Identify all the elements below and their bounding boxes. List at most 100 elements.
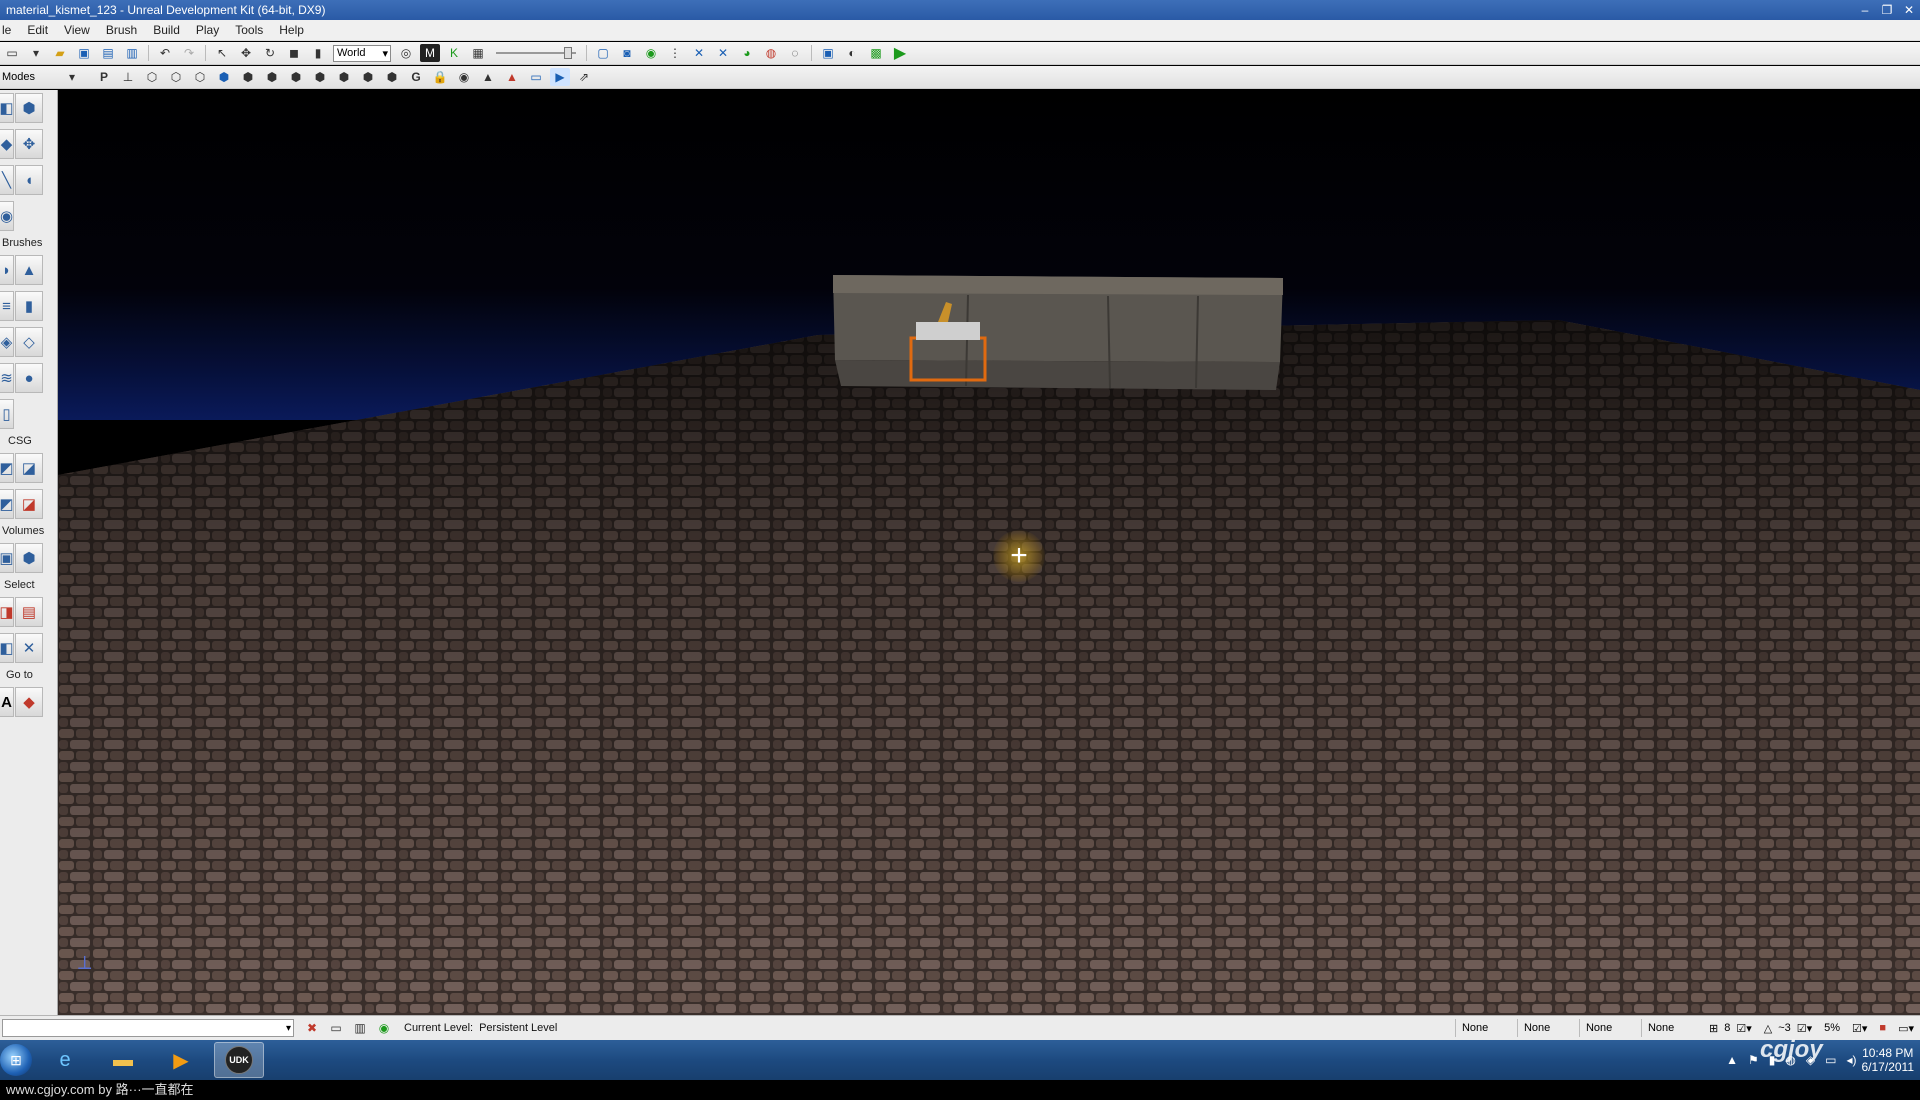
menu-view[interactable]: View: [56, 23, 98, 37]
redo-icon[interactable]: ↷: [179, 44, 199, 62]
restore-button[interactable]: ❐: [1876, 2, 1898, 18]
menu-play[interactable]: Play: [188, 23, 227, 37]
binoculars-icon[interactable]: ◎: [396, 44, 416, 62]
lighting-quality-icon[interactable]: ◌: [785, 44, 805, 62]
light-complexity-icon[interactable]: ⬢: [286, 68, 306, 86]
wireframe-icon[interactable]: ⬡: [142, 68, 162, 86]
volume-list-icon[interactable]: ⬢: [15, 543, 43, 573]
csg-intersect-icon[interactable]: ◩: [0, 489, 14, 519]
slider-thumb[interactable]: [564, 47, 572, 59]
grid-snap-value[interactable]: 8: [1724, 1022, 1730, 1034]
rotate-icon[interactable]: ↻: [260, 44, 280, 62]
lightmap-density-icon[interactable]: ⬢: [358, 68, 378, 86]
stairs-brush-icon[interactable]: ≡: [0, 291, 14, 321]
file-explorer-icon[interactable]: ▬: [98, 1042, 148, 1078]
menu-build[interactable]: Build: [145, 23, 188, 37]
internet-explorer-icon[interactable]: e: [40, 1042, 90, 1078]
lighting-channels-icon[interactable]: ⬢: [382, 68, 402, 86]
landscape-mode-icon[interactable]: ◉: [0, 201, 14, 231]
scale-nonuniform-icon[interactable]: ▮: [308, 44, 328, 62]
start-button-icon[interactable]: ⊞: [0, 1044, 32, 1076]
invert-selection-icon[interactable]: ◧: [0, 633, 14, 663]
hide-selected-icon[interactable]: ▤: [15, 597, 43, 627]
volumetric-brush-icon[interactable]: ▯: [0, 399, 14, 429]
camera-mode-icon[interactable]: ◧: [0, 93, 14, 123]
goto-actor-button[interactable]: A: [0, 687, 14, 717]
lock-icon[interactable]: 🔒: [430, 68, 450, 86]
scale-icon[interactable]: ◼: [284, 44, 304, 62]
new-map-icon[interactable]: ▭: [2, 44, 22, 62]
scale-snap-value[interactable]: 5%: [1824, 1022, 1840, 1034]
undo-icon[interactable]: ↶: [155, 44, 175, 62]
play-console-icon[interactable]: ◐: [842, 44, 862, 62]
sheet-brush-icon[interactable]: ◇: [15, 327, 43, 357]
rotation-checkbox[interactable]: ☑▾: [1797, 1022, 1812, 1035]
save-icon[interactable]: ▣: [74, 44, 94, 62]
autosave-icon[interactable]: ■: [1879, 1022, 1886, 1034]
goto-builder-brush-icon[interactable]: ◆: [15, 687, 43, 717]
translate-mode-icon[interactable]: ✥: [15, 129, 43, 159]
terrain-mode-icon[interactable]: ◆: [0, 129, 14, 159]
play-in-editor-icon[interactable]: ▣: [818, 44, 838, 62]
show-selected-icon[interactable]: ◨: [0, 597, 14, 627]
csg-deintersect-icon[interactable]: ◪: [15, 489, 43, 519]
clock[interactable]: 10:48 PM 6/17/2011: [1862, 1046, 1915, 1074]
eye-icon[interactable]: ◉: [454, 68, 474, 86]
select-icon[interactable]: ↖: [212, 44, 232, 62]
game-view-button[interactable]: G: [406, 68, 426, 86]
layout-icon[interactable]: ▭▾: [1898, 1022, 1914, 1035]
add-volume-icon[interactable]: ▣: [0, 543, 14, 573]
menu-tools[interactable]: Tools: [227, 23, 271, 37]
menu-help[interactable]: Help: [271, 23, 312, 37]
csg-add-icon[interactable]: ◩: [0, 453, 14, 483]
lit-icon[interactable]: ⬢: [214, 68, 234, 86]
volume-icon[interactable]: ◂): [1846, 1053, 1856, 1067]
media-player-icon[interactable]: ▶: [156, 1042, 206, 1078]
level-list-icon[interactable]: ▥: [350, 1019, 370, 1037]
scale-checkbox[interactable]: ☑▾: [1852, 1022, 1867, 1035]
menu-edit[interactable]: Edit: [19, 23, 56, 37]
save-all-icon[interactable]: ▤: [98, 44, 118, 62]
show-all-icon[interactable]: ✕: [15, 633, 43, 663]
current-level-icon[interactable]: ◉: [374, 1019, 394, 1037]
command-input[interactable]: ▾: [2, 1019, 294, 1037]
material-editor-icon[interactable]: M: [420, 44, 440, 62]
minimize-button[interactable]: ‒: [1854, 2, 1876, 18]
menu-brush[interactable]: Brush: [98, 23, 145, 37]
geometry-mode-icon[interactable]: ⬢: [15, 93, 43, 123]
perspective-button[interactable]: P: [94, 68, 114, 86]
build-geometry-icon[interactable]: ◉: [641, 44, 661, 62]
udk-taskbar-button[interactable]: UDK: [214, 1042, 264, 1078]
play-in-viewport-icon[interactable]: ▶: [550, 68, 570, 86]
realtime-icon[interactable]: ◙: [617, 44, 637, 62]
cube-brush-icon[interactable]: ◗: [0, 255, 14, 285]
drag-grid-slider[interactable]: [496, 46, 576, 60]
build-lighting-icon[interactable]: ⋮: [665, 44, 685, 62]
coordinate-system-dropdown[interactable]: World ▾: [333, 44, 391, 62]
build-paths-icon[interactable]: ✕: [689, 44, 709, 62]
play-on-pc-icon[interactable]: ▩: [866, 44, 886, 62]
sphere-brush-icon[interactable]: ●: [15, 363, 43, 393]
lock-viewport-icon[interactable]: ⊥: [118, 68, 138, 86]
maximize-viewport-icon[interactable]: ▭: [526, 68, 546, 86]
rotation-snap-icon[interactable]: △: [1764, 1022, 1772, 1035]
texture-density-icon[interactable]: ⬢: [310, 68, 330, 86]
spiral-stairs-icon[interactable]: ≋: [0, 363, 14, 393]
stone-counter-mesh[interactable]: [833, 275, 1283, 390]
build-cover-icon[interactable]: ✕: [713, 44, 733, 62]
kismet-icon[interactable]: K: [444, 44, 464, 62]
detail-lighting-icon[interactable]: ⬢: [238, 68, 258, 86]
level-streaming-icon[interactable]: ▲: [502, 68, 522, 86]
cylinder-brush-icon[interactable]: ▮: [15, 291, 43, 321]
perspective-viewport[interactable]: + ⟂: [58, 90, 1920, 1015]
translate-icon[interactable]: ✥: [236, 44, 256, 62]
menu-file[interactable]: le: [0, 23, 19, 37]
mesh-paint-icon[interactable]: ◖: [15, 165, 43, 195]
matinee-icon[interactable]: ⇗: [574, 68, 594, 86]
camera-icon[interactable]: ▲: [478, 68, 498, 86]
unlit-icon[interactable]: ⬡: [190, 68, 210, 86]
rotation-snap-value[interactable]: ~3: [1778, 1022, 1791, 1034]
csg-subtract-icon[interactable]: ◪: [15, 453, 43, 483]
chevron-down-icon[interactable]: ▾: [286, 1023, 291, 1034]
build-all-icon[interactable]: ◕: [737, 44, 757, 62]
